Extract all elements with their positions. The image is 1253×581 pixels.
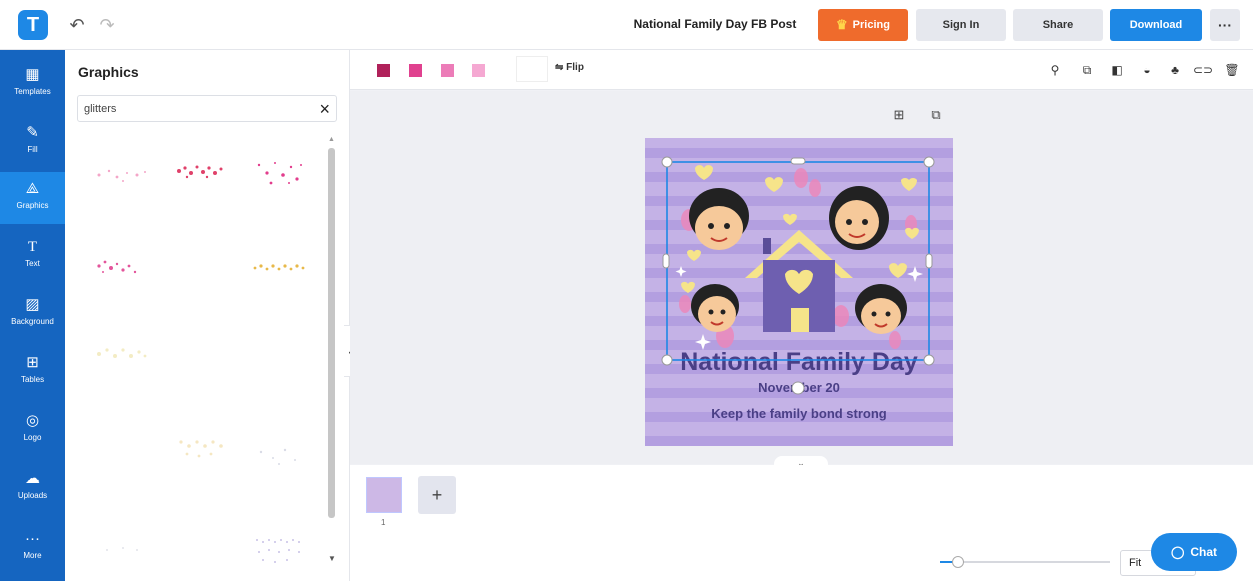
download-button[interactable]: Download — [1110, 9, 1202, 41]
rail-item-graphics[interactable]: ⟁ Graphics — [0, 172, 65, 224]
design-tagline: Keep the family bond strong — [711, 406, 887, 421]
uploads-icon: ☁ — [25, 470, 40, 487]
design-canvas[interactable]: National Family Day November 20 Keep the… — [645, 138, 953, 446]
graphic-thumbnail[interactable] — [87, 334, 159, 378]
zoom-slider[interactable] — [940, 556, 1110, 568]
chat-label: Chat — [1190, 545, 1218, 559]
rail-item-uploads[interactable]: ☁ Uploads — [0, 462, 65, 514]
chat-button[interactable]: ◯ Chat — [1151, 533, 1237, 571]
scroll-down-icon[interactable]: ▼ — [328, 554, 336, 563]
graphics-panel: Graphics × ▲ ▼ — [65, 50, 350, 581]
rail-label: Logo — [23, 433, 42, 442]
rail-label: More — [23, 551, 42, 560]
search-input[interactable] — [84, 100, 294, 118]
lock-icon[interactable]: ♣ — [1165, 60, 1185, 80]
rail-item-more[interactable]: ··· More — [0, 522, 65, 574]
color-swatch[interactable] — [472, 64, 485, 77]
flip-icon: ⇋ — [555, 62, 567, 73]
tables-icon: ⊞ — [26, 354, 39, 371]
fill-icon: ✎ — [26, 124, 39, 141]
panel-scrollbar[interactable]: ▲ ▼ — [326, 136, 336, 568]
pricing-button[interactable]: ♛ Pricing — [818, 9, 908, 41]
rail-label: Graphics — [16, 201, 49, 210]
rail-label: Fill — [27, 145, 38, 154]
graphic-thumbnail[interactable] — [245, 528, 317, 572]
rail-label: Tables — [20, 375, 45, 384]
graphic-thumbnail[interactable] — [245, 153, 317, 197]
graphic-thumbnail[interactable] — [167, 428, 239, 472]
more-icon: ··· — [25, 530, 40, 547]
scroll-up-icon[interactable]: ▲ — [328, 136, 335, 143]
rotate-handle-icon — [791, 381, 805, 395]
layer-order-icon[interactable]: ◧ — [1107, 60, 1127, 80]
text-icon: T — [27, 239, 38, 255]
scrollbar-thumb[interactable] — [328, 148, 335, 518]
add-page-button[interactable]: + — [418, 476, 456, 514]
chat-bubble-icon: ◯ — [1170, 545, 1185, 559]
zoom-slider-handle[interactable] — [952, 556, 964, 568]
search-box: × — [77, 95, 337, 122]
graphic-thumbnail[interactable] — [245, 246, 317, 290]
canvas-area: ⊞ ⧉ National Family Day November 20 Keep… — [350, 91, 1253, 464]
document-title[interactable]: National Family Day FB Post — [620, 17, 810, 31]
rail-item-fill[interactable]: ✎ Fill — [0, 116, 65, 168]
graphics-icon: ⟁ — [25, 180, 40, 197]
rail-label: Uploads — [17, 491, 48, 500]
rail-item-background[interactable]: ▨ Background — [0, 288, 65, 340]
rail-item-tables[interactable]: ⊞ Tables — [0, 346, 65, 398]
rail-item-templates[interactable]: ▦ Templates — [0, 58, 65, 110]
rail-label: Background — [11, 317, 54, 326]
left-rail: ▦ Templates ✎ Fill ⟁ Graphics T Text ▨ B… — [0, 50, 65, 581]
rail-item-logo[interactable]: ◎ Logo — [0, 404, 65, 456]
panel-title: Graphics — [78, 64, 139, 80]
pages-bar: 1 + Fit — [350, 465, 1253, 581]
rail-label: Templates — [14, 87, 51, 96]
redo-icon[interactable]: ↷ — [96, 14, 118, 36]
trash-icon[interactable]: 🗑 — [1222, 60, 1242, 80]
rail-item-text[interactable]: T Text — [0, 230, 65, 282]
page-thumbnail[interactable] — [366, 477, 402, 513]
sign-in-button[interactable]: Sign In — [916, 9, 1006, 41]
flip-label: Flip — [566, 62, 584, 73]
flip-button[interactable]: ⇋ Flip — [555, 62, 584, 73]
color-swatch[interactable] — [377, 64, 390, 77]
link-icon[interactable]: ⊂⊃ — [1193, 60, 1213, 80]
opacity-icon[interactable]: ◒ — [1137, 60, 1157, 80]
graphic-thumbnail[interactable] — [87, 153, 159, 197]
more-options-button[interactable]: ··· — [1210, 9, 1240, 41]
element-toolbar: ⇋ Flip ⚲ ⧉ ◧ ◒ ♣ ⊂⊃ 🗑 — [350, 50, 1253, 90]
design-title: National Family Day — [680, 348, 918, 376]
rail-label: Text — [25, 259, 40, 268]
share-button[interactable]: Share — [1013, 9, 1103, 41]
graphic-thumbnail[interactable] — [87, 528, 159, 572]
background-icon: ▨ — [25, 296, 40, 313]
templates-icon: ▦ — [25, 66, 40, 83]
close-icon[interactable]: × — [319, 98, 330, 120]
logo-icon: ◎ — [25, 412, 40, 429]
copy-icon[interactable]: ⧉ — [1077, 60, 1097, 80]
graphic-thumbnail[interactable] — [87, 246, 159, 290]
crown-icon: ♛ — [836, 17, 848, 32]
app-logo[interactable]: T — [18, 10, 48, 40]
color-swatch[interactable] — [441, 64, 454, 77]
add-page-icon[interactable]: ⊞ — [890, 106, 908, 124]
duplicate-page-icon[interactable]: ⧉ — [927, 106, 945, 124]
page-number: 1 — [381, 518, 386, 527]
color-swatch-empty[interactable] — [516, 56, 548, 82]
color-swatch[interactable] — [409, 64, 422, 77]
pricing-label: Pricing — [852, 19, 890, 31]
top-bar: T ↶ ↷ National Family Day FB Post ♛ Pric… — [0, 0, 1253, 50]
undo-icon[interactable]: ↶ — [66, 14, 88, 36]
paint-roller-icon[interactable]: ⚲ — [1045, 60, 1065, 80]
graphic-thumbnail[interactable] — [167, 153, 239, 197]
graphic-thumbnail[interactable] — [245, 434, 317, 478]
